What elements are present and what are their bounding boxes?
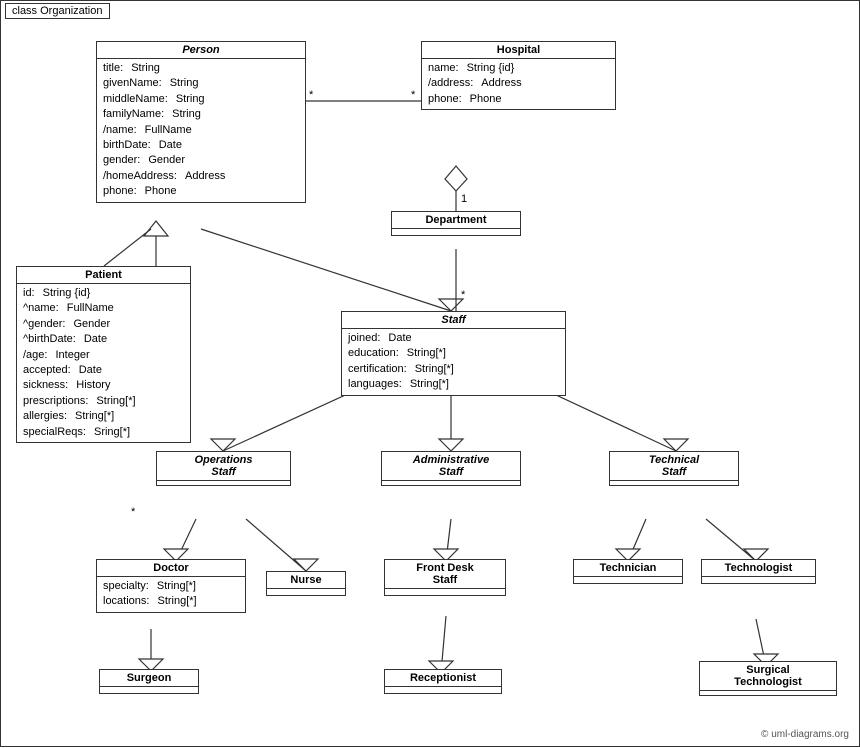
class-person-body: title:String givenName:String middleName… — [97, 59, 305, 202]
mult-department-staff: * — [461, 289, 465, 301]
class-receptionist-body — [385, 687, 501, 693]
mult-person-hospital-hospital: * — [411, 89, 415, 101]
class-patient-title: Patient — [17, 267, 190, 284]
class-surgical-technologist-title: SurgicalTechnologist — [700, 662, 836, 691]
class-doctor-body: specialty:String[*] locations:String[*] — [97, 577, 245, 612]
class-technologist: Technologist — [701, 559, 816, 584]
class-operations-staff-body — [157, 481, 290, 485]
class-doctor: Doctor specialty:String[*] locations:Str… — [96, 559, 246, 613]
class-frontdesk: Front DeskStaff — [384, 559, 506, 596]
class-department-title: Department — [392, 212, 520, 229]
class-surgeon-title: Surgeon — [100, 670, 198, 687]
diagram-title: class Organization — [5, 3, 110, 19]
class-operations-staff-title: OperationsStaff — [157, 452, 290, 481]
class-receptionist: Receptionist — [384, 669, 502, 694]
class-operations-staff: OperationsStaff — [156, 451, 291, 486]
copyright: © uml-diagrams.org — [761, 729, 849, 740]
class-staff: Staff joined:Date education:String[*] ce… — [341, 311, 566, 396]
class-technical-staff-title: TechnicalStaff — [610, 452, 738, 481]
class-nurse-body — [267, 589, 345, 595]
class-technical-staff-body — [610, 481, 738, 485]
mult-hospital-department: 1 — [461, 193, 467, 205]
class-technician-body — [574, 577, 682, 583]
class-hospital: Hospital name:String {id} /address:Addre… — [421, 41, 616, 110]
class-department-body — [392, 229, 520, 235]
class-department: Department — [391, 211, 521, 236]
class-receptionist-title: Receptionist — [385, 670, 501, 687]
class-person-title: Person — [97, 42, 305, 59]
class-hospital-body: name:String {id} /address:Address phone:… — [422, 59, 615, 109]
class-technical-staff: TechnicalStaff — [609, 451, 739, 486]
class-person: Person title:String givenName:String mid… — [96, 41, 306, 203]
class-patient-body: id:String {id} ^name:FullName ^gender:Ge… — [17, 284, 190, 442]
class-surgeon-body — [100, 687, 198, 693]
class-frontdesk-body — [385, 589, 505, 595]
class-staff-body: joined:Date education:String[*] certific… — [342, 329, 565, 395]
diagram-container: class Organization — [0, 0, 860, 747]
mult-ops-star: * — [131, 506, 135, 518]
class-technician-title: Technician — [574, 560, 682, 577]
class-admin-staff: AdministrativeStaff — [381, 451, 521, 486]
class-surgical-technologist: SurgicalTechnologist — [699, 661, 837, 696]
mult-person-hospital-person: * — [309, 89, 313, 101]
class-nurse: Nurse — [266, 571, 346, 596]
class-doctor-title: Doctor — [97, 560, 245, 577]
class-patient: Patient id:String {id} ^name:FullName ^g… — [16, 266, 191, 443]
class-staff-title: Staff — [342, 312, 565, 329]
class-surgeon: Surgeon — [99, 669, 199, 694]
class-admin-staff-title: AdministrativeStaff — [382, 452, 520, 481]
class-technologist-title: Technologist — [702, 560, 815, 577]
class-nurse-title: Nurse — [267, 572, 345, 589]
class-surgical-technologist-body — [700, 691, 836, 695]
class-technician: Technician — [573, 559, 683, 584]
class-admin-staff-body — [382, 481, 520, 485]
class-frontdesk-title: Front DeskStaff — [385, 560, 505, 589]
class-hospital-title: Hospital — [422, 42, 615, 59]
class-technologist-body — [702, 577, 815, 583]
